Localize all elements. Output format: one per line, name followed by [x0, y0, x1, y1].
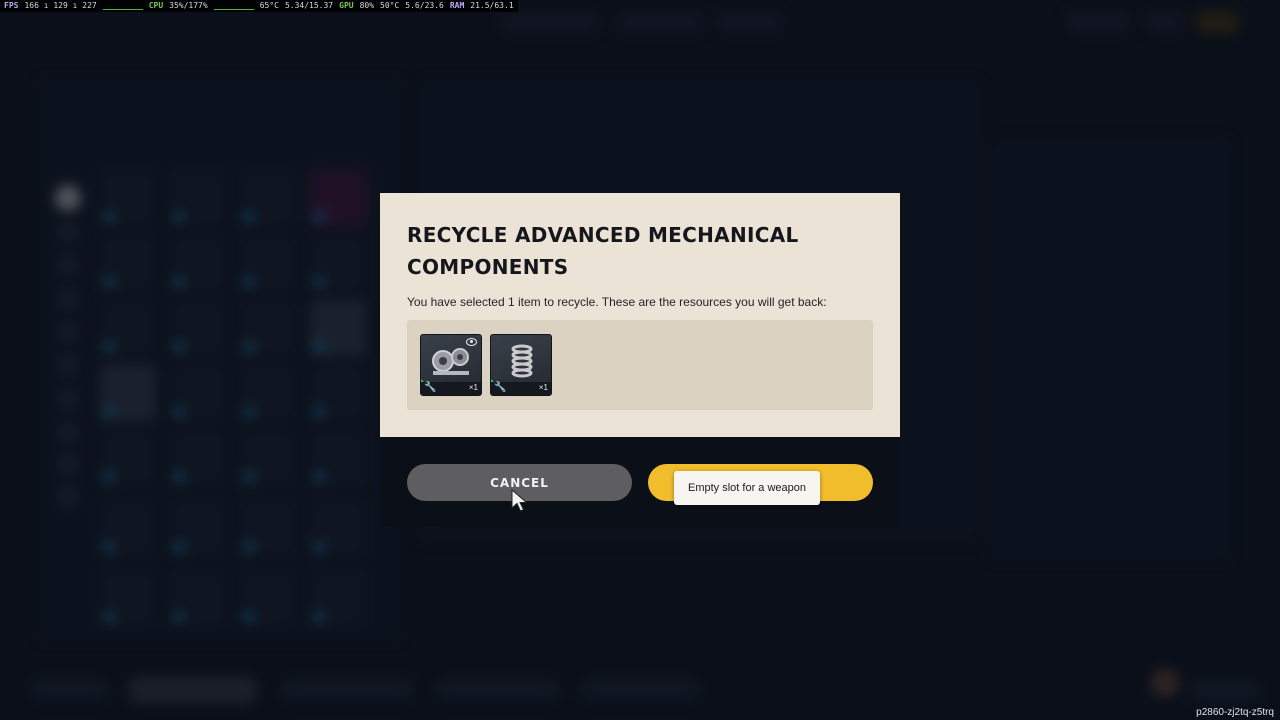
- resource-slot-gears[interactable]: 🔧 ×1: [420, 334, 482, 396]
- preview-eye-icon[interactable]: [466, 338, 477, 346]
- dialog-actions: CANCEL: [380, 437, 900, 527]
- cpu-graph: [213, 3, 254, 10]
- recycle-dialog: RECYCLE ADVANCED MECHANICAL COMPONENTS Y…: [380, 193, 900, 437]
- performance-overlay: FPS 166 ı 129 ı 227 CPU 35%/177% 65°C 5.…: [0, 0, 518, 12]
- dialog-title: RECYCLE ADVANCED MECHANICAL COMPONENTS: [407, 223, 799, 279]
- cpu-temp: 65°C: [259, 1, 279, 10]
- cpu-value: 35%/177%: [169, 1, 208, 10]
- cpu-clock: 5.34/15.37: [284, 1, 334, 10]
- resource-slot-spring[interactable]: 🔧 ×1: [490, 334, 552, 396]
- spring-icon: [511, 344, 533, 378]
- ram-label: RAM: [449, 1, 465, 10]
- mouse-cursor-icon: [511, 489, 528, 512]
- gpu-value: 80%: [359, 1, 375, 10]
- vram-value: 5.6/23.6: [405, 1, 444, 10]
- gpu-temp: 50°C: [380, 1, 400, 10]
- gears-icon: [432, 348, 469, 375]
- wrench-icon: 🔧: [494, 382, 507, 393]
- build-id: p2860-zj2tq-z5trq: [1196, 707, 1274, 718]
- fps-graph: [102, 3, 143, 10]
- resources-panel: 🔧 ×1 🔧 ×1: [407, 320, 873, 410]
- tooltip: Empty slot for a weapon: [674, 471, 821, 505]
- fps-value: 166 ı 129 ı 227: [24, 1, 97, 10]
- fps-label: FPS: [4, 1, 19, 10]
- resource-quantity: ×1: [538, 383, 548, 392]
- dialog-description: You have selected 1 item to recycle. The…: [407, 295, 827, 309]
- ram-value: 21.5/63.1: [470, 1, 514, 10]
- cpu-label: CPU: [148, 1, 164, 10]
- gpu-label: GPU: [339, 1, 354, 10]
- wrench-icon: 🔧: [424, 382, 437, 393]
- resource-quantity: ×1: [468, 383, 478, 392]
